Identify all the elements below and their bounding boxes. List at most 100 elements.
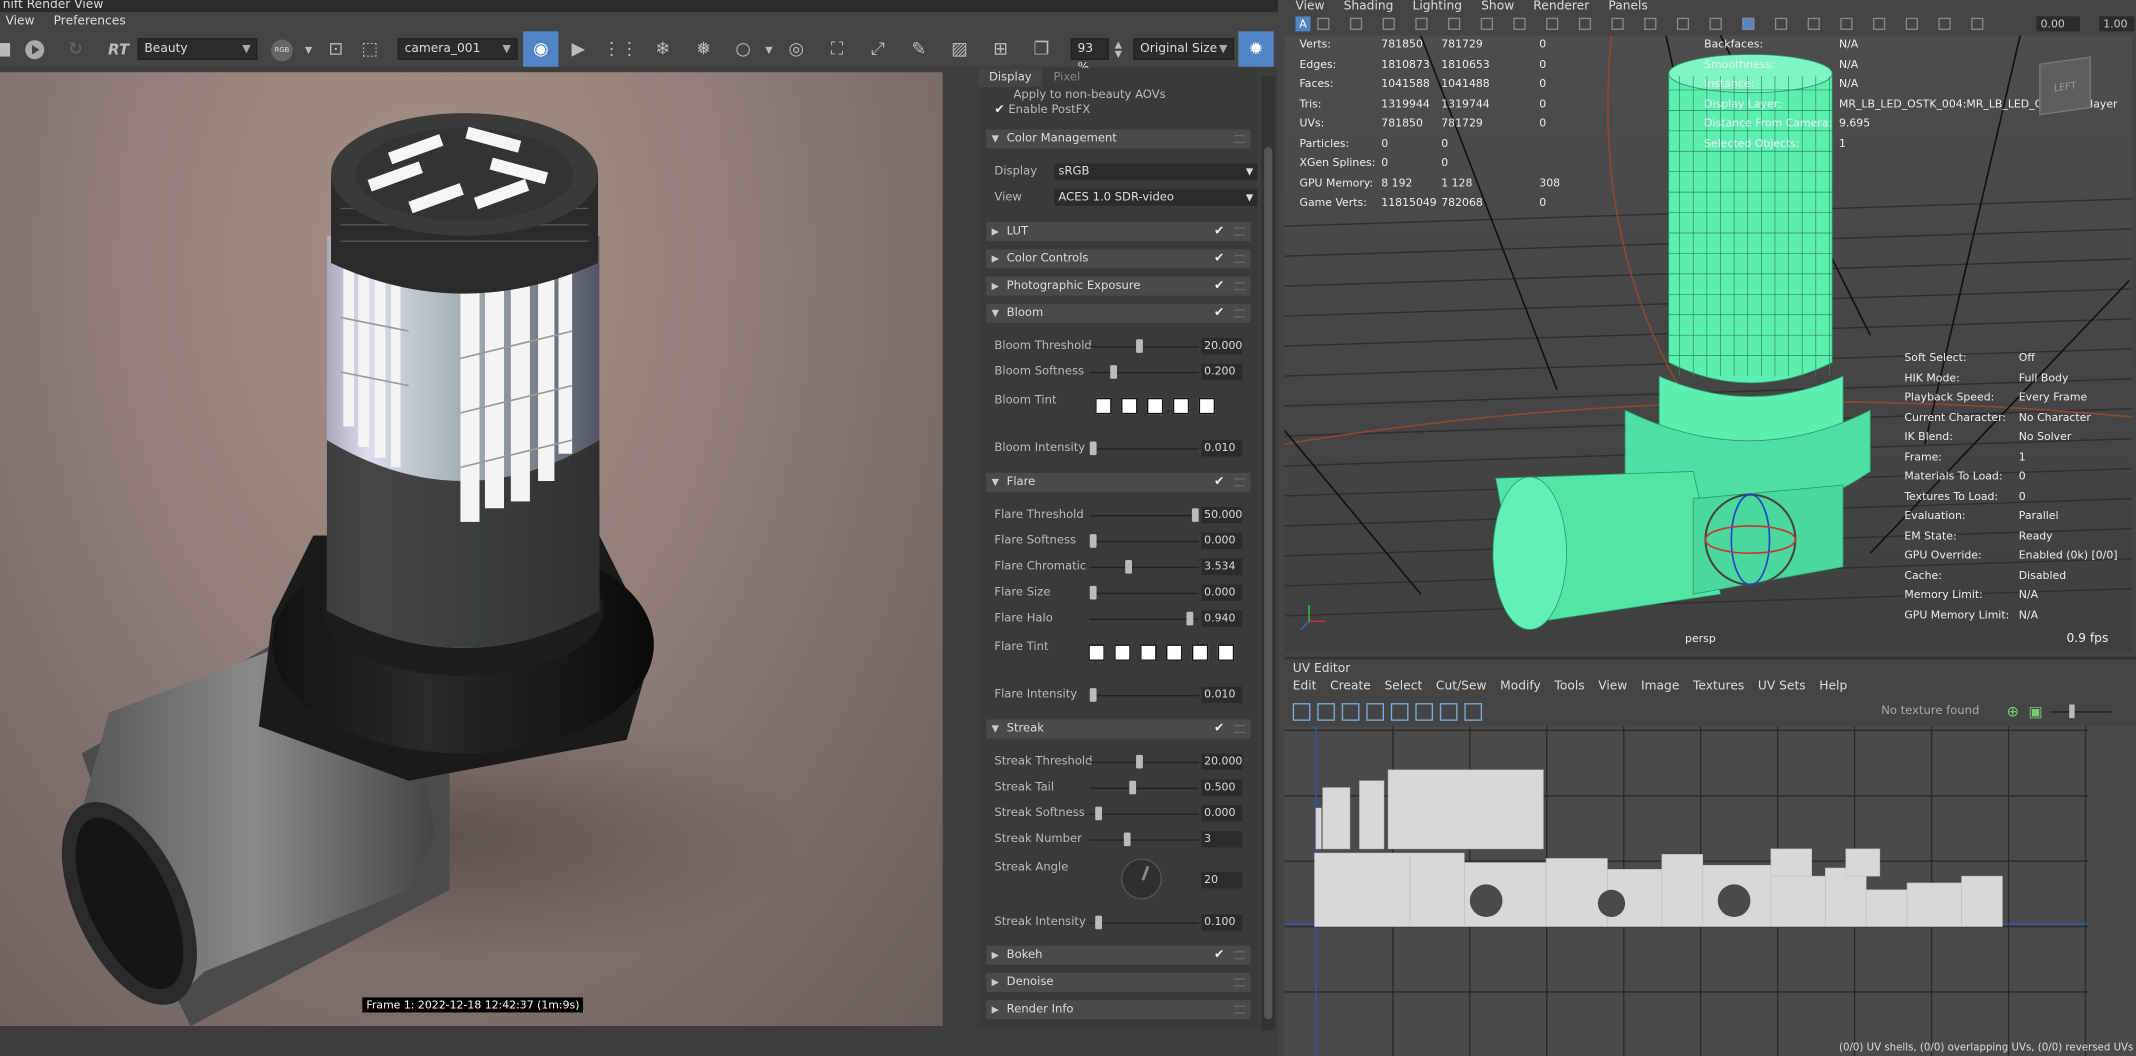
menu-preferences[interactable]: Preferences xyxy=(54,15,126,29)
uv-canvas[interactable] xyxy=(1284,726,2136,1056)
antialias-icon[interactable] xyxy=(1807,17,1820,30)
snapshot-active-icon[interactable]: ◉ xyxy=(523,31,559,67)
circle-icon[interactable]: ○ xyxy=(732,38,755,61)
streak-param-slider[interactable] xyxy=(1089,832,1199,847)
uv-snapshot-icon[interactable] xyxy=(1464,703,1483,721)
image-plane-icon[interactable] xyxy=(1382,17,1395,30)
bloom-param-slider[interactable] xyxy=(1089,339,1199,353)
display-select[interactable]: sRGB ▼ xyxy=(1054,163,1258,180)
globe-icon[interactable]: ⊕ xyxy=(2007,703,2025,721)
bloom-intensity-slider-knob[interactable] xyxy=(1089,441,1097,456)
bloom-tint-swatch[interactable] xyxy=(1095,397,1112,415)
vp-menu-lighting[interactable]: Lighting xyxy=(1412,0,1462,14)
flare-intensity-value-field[interactable]: 0.010 xyxy=(1201,686,1243,704)
resolution-gate-icon[interactable] xyxy=(1513,17,1526,30)
bloom-intensity-value-field[interactable]: 0.010 xyxy=(1201,440,1243,457)
edit-icon[interactable]: ✎ xyxy=(907,38,930,61)
size-select[interactable]: Original Size ▼ xyxy=(1133,38,1235,60)
flare-param-slider-knob[interactable] xyxy=(1089,585,1097,600)
bookmark-icon[interactable] xyxy=(1415,17,1428,30)
flare-intensity-slider-knob[interactable] xyxy=(1089,688,1097,702)
exposure-field[interactable]: 0.00 xyxy=(2036,16,2081,32)
uv-menu-image[interactable]: Image xyxy=(1641,680,1679,694)
flare-intensity-slider[interactable] xyxy=(1089,688,1199,702)
zoom-field[interactable]: 93 % xyxy=(1070,38,1109,75)
flare-param-slider-knob[interactable] xyxy=(1185,611,1193,626)
uv-select-icon[interactable] xyxy=(1292,703,1311,721)
vp-menu-renderer[interactable]: Renderer xyxy=(1533,0,1589,14)
uv-checker-icon[interactable] xyxy=(1390,703,1409,721)
streak-param-slider[interactable] xyxy=(1089,806,1199,821)
gamma-field[interactable]: 1.00 xyxy=(2099,16,2135,32)
streak-param-value-field[interactable]: 3 xyxy=(1201,831,1243,848)
uv-menu-select[interactable]: Select xyxy=(1384,680,1422,694)
section-color-controls[interactable]: ▶ Color Controls ✔ xyxy=(986,249,1251,269)
bloom-param-value-field[interactable]: 20.000 xyxy=(1201,337,1243,355)
section-bloom[interactable]: ▼ Bloom ✔ xyxy=(986,303,1251,323)
image-icon[interactable]: ▣ xyxy=(2028,703,2046,721)
shadows-icon[interactable] xyxy=(1742,17,1755,30)
vp-menu-view[interactable]: View xyxy=(1295,0,1324,14)
xray-joints-icon[interactable] xyxy=(1905,17,1918,30)
image-icon[interactable]: ▨ xyxy=(948,38,971,61)
flare-param-slider[interactable] xyxy=(1089,611,1199,626)
film-gate-icon[interactable] xyxy=(1480,17,1493,30)
fit-icon[interactable]: ⛶ xyxy=(825,38,848,61)
section-render-info[interactable]: ▶ Render Info xyxy=(986,1000,1251,1020)
section-lut[interactable]: ▶ LUT ✔ xyxy=(986,222,1251,242)
gamma-icon[interactable] xyxy=(1971,17,1984,30)
streak-intensity-slider[interactable] xyxy=(1089,915,1199,930)
copy-icon[interactable]: ❐ xyxy=(1030,38,1053,61)
vp-menu-panels[interactable]: Panels xyxy=(1608,0,1647,14)
streak-param-slider-knob[interactable] xyxy=(1135,754,1143,769)
uv-shaded-icon[interactable] xyxy=(1439,703,1458,721)
grid-icon[interactable] xyxy=(1578,17,1592,30)
flare-tint-swatch[interactable] xyxy=(1088,644,1105,661)
safe-action-icon[interactable] xyxy=(1546,17,1559,30)
region-icon[interactable]: ⬚ xyxy=(358,38,381,61)
uv-slider[interactable] xyxy=(2050,704,2112,719)
lights-icon[interactable] xyxy=(1709,17,1722,30)
grid-icon[interactable]: ⋮⋮ xyxy=(603,38,638,61)
section-streak[interactable]: ▼ Streak ✔ xyxy=(986,719,1251,739)
uv-menu-cutsew[interactable]: Cut/Sew xyxy=(1436,680,1487,694)
camera-select[interactable]: camera_001 ▼ xyxy=(397,38,518,60)
uv-menu-create[interactable]: Create xyxy=(1330,680,1371,694)
streak-intensity-value-field[interactable]: 0.100 xyxy=(1201,914,1243,931)
square-icon[interactable]: ■ xyxy=(0,38,15,61)
viewcube[interactable]: LEFT xyxy=(2039,56,2091,116)
flare-param-slider-knob[interactable] xyxy=(1125,560,1133,574)
streak-param-slider[interactable] xyxy=(1089,754,1199,769)
zoom-stepper[interactable]: ▲ ▼ xyxy=(1112,38,1126,61)
add-image-icon[interactable]: ⊞ xyxy=(989,38,1012,61)
flare-param-slider-knob[interactable] xyxy=(1191,508,1199,522)
uv-menu-tools[interactable]: Tools xyxy=(1554,680,1584,694)
wireframe-icon[interactable] xyxy=(1611,17,1624,30)
settings-active-icon[interactable]: ✹ xyxy=(1238,31,1274,67)
chevron-down-icon[interactable]: ▼ xyxy=(297,38,320,61)
streak-intensity-slider-knob[interactable] xyxy=(1094,915,1102,930)
section-flare[interactable]: ▼ Flare ✔ xyxy=(986,472,1251,492)
uv-menu-view[interactable]: View xyxy=(1598,680,1627,694)
enable-postfx-row[interactable]: ✔ Enable PostFX xyxy=(994,101,1247,120)
camera-icon[interactable]: ▶ xyxy=(567,38,590,61)
view-select[interactable]: ACES 1.0 SDR-video ▼ xyxy=(1054,189,1258,206)
target-icon[interactable]: ◎ xyxy=(785,38,808,61)
lock-icon[interactable] xyxy=(1349,17,1363,30)
bloom-tint-swatch[interactable] xyxy=(1172,397,1190,415)
aov-select[interactable]: Beauty ▼ xyxy=(137,38,258,60)
section-color-management[interactable]: ▼ Color Management xyxy=(986,129,1251,149)
uv-menu-modify[interactable]: Modify xyxy=(1500,680,1541,694)
flare-param-value-field[interactable]: 0.000 xyxy=(1201,532,1243,550)
select-camera-icon[interactable]: A xyxy=(1295,16,1311,32)
flare-param-slider[interactable] xyxy=(1089,508,1199,522)
bloom-param-slider-knob[interactable] xyxy=(1110,365,1118,379)
streak-param-slider[interactable] xyxy=(1089,780,1199,795)
section-denoise[interactable]: ▶ Denoise xyxy=(986,972,1251,992)
render-image[interactable] xyxy=(0,72,943,1027)
persp-viewport[interactable]: Verts: 781850 781729 0 Edges: 1810873 1810653 0… xyxy=(1284,35,2132,652)
bloom-intensity-slider[interactable] xyxy=(1089,441,1199,456)
streak-param-slider-knob[interactable] xyxy=(1094,806,1102,821)
uv-distortion-icon[interactable] xyxy=(1415,703,1434,721)
smooth-shade-icon[interactable] xyxy=(1644,17,1657,30)
